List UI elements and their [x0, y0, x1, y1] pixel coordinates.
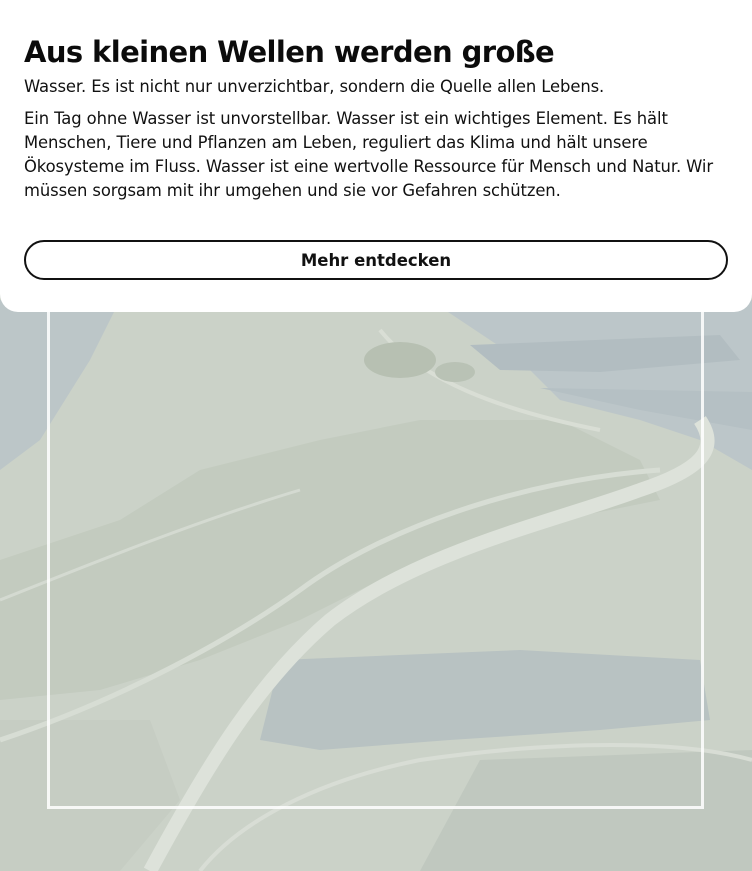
discover-more-button[interactable]: Mehr entdecken — [24, 240, 728, 280]
page: Aus kleinen Wellen werden große Wasser. … — [0, 0, 752, 871]
teaser-lead: Wasser. Es ist nicht nur unverzichtbar, … — [24, 77, 605, 96]
teaser-title: Aus kleinen Wellen werden große — [24, 35, 555, 69]
image-frame — [47, 270, 704, 809]
teaser-body: Ein Tag ohne Wasser ist unvorstellbar. W… — [24, 109, 714, 200]
teaser-card: Aus kleinen Wellen werden große Wasser. … — [0, 0, 752, 312]
